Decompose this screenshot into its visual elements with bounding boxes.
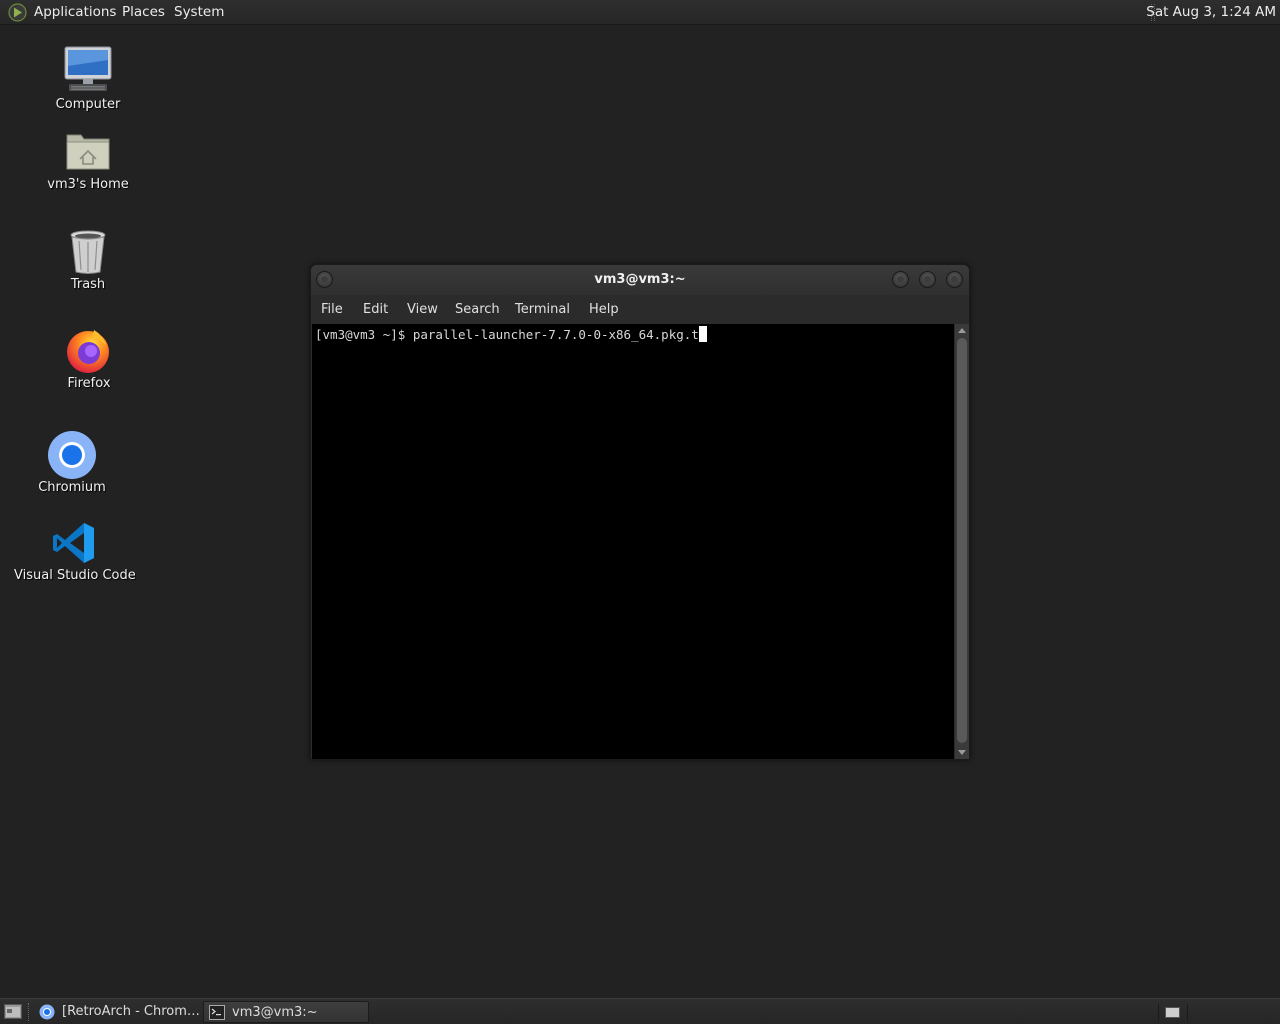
terminal-output[interactable]: [vm3@vm3 ~]$ parallel-launcher-7.7.0-0-x… xyxy=(312,324,954,759)
desktop-icon-home[interactable]: vm3's Home xyxy=(28,126,148,196)
minimize-button[interactable] xyxy=(892,271,909,288)
desktop-icon-label: Computer xyxy=(55,97,121,112)
menu-system[interactable]: System xyxy=(174,4,224,20)
menu-help[interactable]: Help xyxy=(589,302,619,317)
menu-view[interactable]: View xyxy=(407,302,438,317)
workspace-1[interactable] xyxy=(1165,1007,1180,1018)
menu-applications[interactable]: Applications xyxy=(34,4,116,20)
terminal-window[interactable]: vm3@vm3:~ File Edit View Search Terminal… xyxy=(310,264,970,760)
menu-file[interactable]: File xyxy=(321,302,343,317)
desktop-icon-firefox[interactable]: Firefox xyxy=(29,326,149,396)
scroll-thumb[interactable] xyxy=(957,338,967,743)
desktop-icon-computer[interactable]: Computer xyxy=(28,44,148,116)
desktop-icon-label: Chromium xyxy=(38,480,106,495)
task-label: [RetroArch - Chrom… xyxy=(62,1004,200,1019)
task-label: vm3@vm3:~ xyxy=(232,1005,318,1020)
clock[interactable]: Sat Aug 3, 1:24 AM xyxy=(1146,4,1276,20)
scroll-up-arrow-icon[interactable] xyxy=(958,328,966,333)
firefox-icon xyxy=(67,330,109,373)
task-retroarch-chromium[interactable]: [RetroArch - Chrom… xyxy=(34,1001,200,1023)
menu-terminal[interactable]: Terminal xyxy=(515,302,570,317)
scrollbar[interactable] xyxy=(955,324,969,759)
window-title: vm3@vm3:~ xyxy=(594,272,686,287)
computer-icon xyxy=(64,46,112,91)
gnome-menu-icon[interactable] xyxy=(8,3,27,22)
terminal-icon xyxy=(209,1005,225,1020)
bottom-panel: [RetroArch - Chrom… vm3@vm3:~ xyxy=(0,998,1280,1024)
workspace-switcher[interactable] xyxy=(1158,1004,1188,1021)
menu-places[interactable]: Places xyxy=(122,4,165,20)
menu-search[interactable]: Search xyxy=(455,302,500,317)
command-text: [vm3@vm3 ~]$ parallel-launcher-7.7.0-0-x… xyxy=(315,327,699,342)
desktop-icon-trash[interactable]: Trash xyxy=(28,228,148,298)
taskbar-separator xyxy=(28,1003,31,1021)
desktop-icon-label: Visual Studio Code xyxy=(14,568,136,583)
home-folder-icon xyxy=(66,134,110,170)
terminal-line: [vm3@vm3 ~]$ parallel-launcher-7.7.0-0-x… xyxy=(315,326,707,342)
title-bar[interactable]: vm3@vm3:~ xyxy=(311,265,969,295)
chromium-icon xyxy=(39,1004,55,1020)
close-button[interactable] xyxy=(946,271,963,288)
desktop-icon-label: vm3's Home xyxy=(47,177,129,192)
show-desktop-icon[interactable] xyxy=(4,1004,22,1019)
scroll-down-arrow-icon[interactable] xyxy=(958,750,966,755)
top-panel: Applications Places System Sat Aug 3, 1:… xyxy=(0,0,1280,25)
menu-edit[interactable]: Edit xyxy=(363,302,388,317)
text-cursor xyxy=(698,326,707,342)
desktop-icon-label: Trash xyxy=(70,277,106,292)
maximize-button[interactable] xyxy=(919,271,936,288)
trash-icon xyxy=(70,230,106,274)
menu-bar: File Edit View Search Terminal Help xyxy=(311,295,969,323)
vscode-icon xyxy=(53,523,94,563)
desktop-icon-chromium[interactable]: Chromium xyxy=(12,430,132,500)
chromium-icon xyxy=(48,431,96,479)
desktop-icon-label: Firefox xyxy=(67,376,111,391)
desktop-icon-vscode[interactable]: Visual Studio Code xyxy=(14,520,136,590)
task-terminal[interactable]: vm3@vm3:~ xyxy=(203,1001,369,1023)
